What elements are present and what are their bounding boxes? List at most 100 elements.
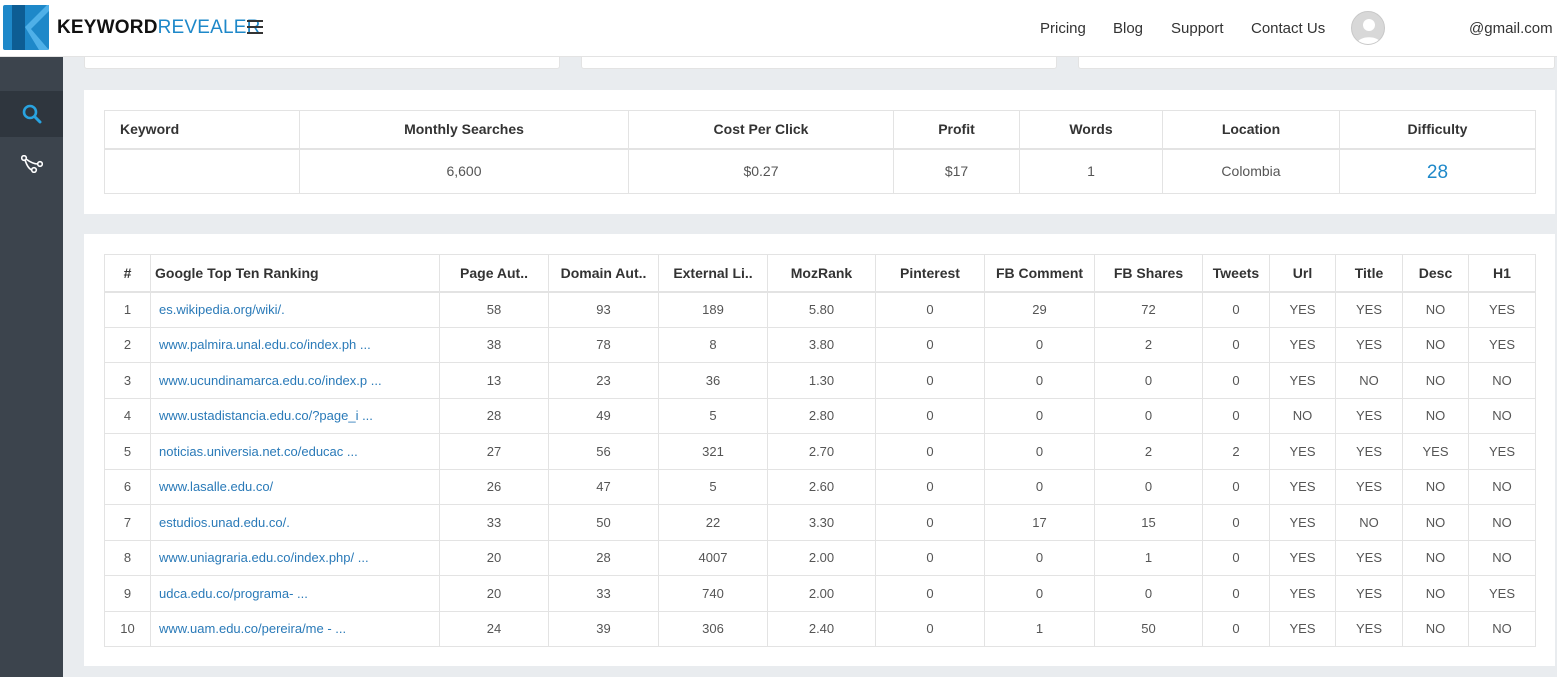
ranking-url-link[interactable]: udca.edu.co/programa- ... — [159, 586, 308, 601]
col-google-ranking[interactable]: Google Top Ten Ranking — [150, 254, 440, 293]
url-cell: YES — [1269, 362, 1336, 399]
rank-cell: 9 — [104, 575, 151, 612]
title-cell: YES — [1335, 575, 1403, 612]
rank-cell: 8 — [104, 539, 151, 576]
fb-shares-cell: 2 — [1094, 433, 1203, 470]
monthly-searches-value: 6,600 — [299, 148, 629, 194]
mozrank-cell: 3.30 — [767, 504, 876, 541]
col-monthly-searches[interactable]: Monthly Searches — [299, 110, 629, 150]
nav-blog[interactable]: Blog — [1113, 0, 1143, 57]
pinterest-cell: 0 — [875, 362, 985, 399]
fb-shares-cell: 0 — [1094, 468, 1203, 505]
rank-cell: 10 — [104, 610, 151, 647]
nav-contact-link[interactable]: Contact Us — [1251, 20, 1325, 37]
difficulty-value[interactable]: 28 — [1339, 148, 1536, 194]
page-authority-cell: 13 — [439, 362, 549, 399]
domain-authority-cell: 47 — [548, 468, 659, 505]
ranking-url-link[interactable]: www.lasalle.edu.co/ — [159, 479, 273, 494]
page-authority-cell: 20 — [439, 539, 549, 576]
col-profit[interactable]: Profit — [893, 110, 1020, 150]
ranking-url-link[interactable]: www.uam.edu.co/pereira/me - ... — [159, 621, 346, 636]
external-links-cell: 189 — [658, 291, 768, 328]
domain-authority-cell: 78 — [548, 326, 659, 363]
ranking-url-link[interactable]: www.palmira.unal.edu.co/index.ph ... — [159, 337, 371, 352]
col-location[interactable]: Location — [1162, 110, 1340, 150]
table-row: 10 www.uam.edu.co/pereira/me - ... 24 39 306… — [104, 610, 1536, 647]
title-cell: NO — [1335, 362, 1403, 399]
nav-support[interactable]: Support — [1171, 0, 1224, 57]
fb-shares-cell: 0 — [1094, 362, 1203, 399]
ranking-url-link[interactable]: noticias.universia.net.co/educac ... — [159, 444, 358, 459]
ranking-url-link[interactable]: www.ustadistancia.edu.co/?page_i ... — [159, 408, 373, 423]
ranking-url-cell: www.ustadistancia.edu.co/?page_i ... — [150, 397, 440, 434]
fb-comment-cell: 17 — [984, 504, 1095, 541]
h1-cell: YES — [1468, 575, 1536, 612]
fb-comment-cell: 0 — [984, 468, 1095, 505]
domain-authority-cell: 93 — [548, 291, 659, 328]
col-h1[interactable]: H1 — [1468, 254, 1536, 293]
fb-shares-cell: 0 — [1094, 575, 1203, 612]
desc-cell: NO — [1402, 575, 1469, 612]
logo-text-light: REVEALER — [157, 16, 261, 38]
h1-cell: NO — [1468, 397, 1536, 434]
location-value: Colombia — [1162, 148, 1340, 194]
col-mozrank[interactable]: MozRank — [767, 254, 876, 293]
tweets-cell: 0 — [1202, 610, 1270, 647]
rank-cell: 4 — [104, 397, 151, 434]
ranking-url-link[interactable]: www.uniagraria.edu.co/index.php/ ... — [159, 550, 369, 565]
nav-support-link[interactable]: Support — [1171, 20, 1224, 37]
col-domain-authority[interactable]: Domain Aut.. — [548, 254, 659, 293]
sidebar-item-tree[interactable] — [0, 141, 63, 187]
col-title[interactable]: Title — [1335, 254, 1403, 293]
url-cell: YES — [1269, 504, 1336, 541]
url-cell: NO — [1269, 397, 1336, 434]
fb-comment-cell: 0 — [984, 433, 1095, 470]
pinterest-cell: 0 — [875, 433, 985, 470]
col-page-authority[interactable]: Page Aut.. — [439, 254, 549, 293]
col-cost-per-click[interactable]: Cost Per Click — [628, 110, 894, 150]
sidebar-item-search[interactable] — [0, 91, 63, 137]
table-row: 3 www.ucundinamarca.edu.co/index.p ... 13 2… — [104, 362, 1536, 399]
col-rank[interactable]: # — [104, 254, 151, 293]
mozrank-cell: 2.00 — [767, 575, 876, 612]
ranking-url-link[interactable]: www.ucundinamarca.edu.co/index.p ... — [159, 373, 382, 388]
ranking-url-link[interactable]: es.wikipedia.org/wiki/. — [159, 302, 285, 317]
menu-toggle-icon[interactable] — [247, 20, 263, 34]
nav-pricing[interactable]: Pricing — [1040, 0, 1086, 57]
logo[interactable]: KEYWORDREVEALER — [3, 5, 261, 50]
nav-contact[interactable]: Contact Us — [1251, 0, 1325, 57]
col-words[interactable]: Words — [1019, 110, 1163, 150]
card-stub — [84, 57, 560, 69]
ranking-url-link[interactable]: estudios.unad.edu.co/. — [159, 515, 290, 530]
ranking-url-cell: www.ucundinamarca.edu.co/index.p ... — [150, 362, 440, 399]
search-icon — [22, 104, 41, 124]
col-keyword[interactable]: Keyword — [104, 110, 300, 150]
external-links-cell: 22 — [658, 504, 768, 541]
col-external-links[interactable]: External Li.. — [658, 254, 768, 293]
col-pinterest[interactable]: Pinterest — [875, 254, 985, 293]
h1-cell: NO — [1468, 504, 1536, 541]
user-email[interactable]: @gmail.com — [1469, 0, 1553, 57]
col-fb-comment[interactable]: FB Comment — [984, 254, 1095, 293]
logo-text-bold: KEYWORD — [57, 16, 158, 38]
avatar[interactable] — [1351, 11, 1385, 45]
external-links-cell: 740 — [658, 575, 768, 612]
url-cell: YES — [1269, 433, 1336, 470]
card-stub — [581, 57, 1057, 69]
fb-shares-cell: 50 — [1094, 610, 1203, 647]
keyword-value — [104, 148, 300, 194]
desc-cell: NO — [1402, 326, 1469, 363]
tweets-cell: 0 — [1202, 539, 1270, 576]
col-url[interactable]: Url — [1269, 254, 1336, 293]
col-difficulty[interactable]: Difficulty — [1339, 110, 1536, 150]
col-fb-shares[interactable]: FB Shares — [1094, 254, 1203, 293]
page-authority-cell: 38 — [439, 326, 549, 363]
nav-blog-link[interactable]: Blog — [1113, 20, 1143, 37]
col-tweets[interactable]: Tweets — [1202, 254, 1270, 293]
fb-comment-cell: 0 — [984, 397, 1095, 434]
col-desc[interactable]: Desc — [1402, 254, 1469, 293]
h1-cell: NO — [1468, 468, 1536, 505]
nav-pricing-link[interactable]: Pricing — [1040, 20, 1086, 37]
page-authority-cell: 33 — [439, 504, 549, 541]
table-row: 5 noticias.universia.net.co/educac ... 27 5… — [104, 433, 1536, 470]
